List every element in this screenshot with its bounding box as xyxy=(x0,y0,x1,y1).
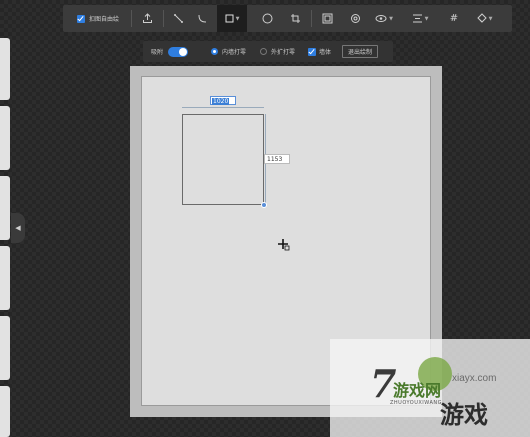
options-bar: 吸附 内墙打零 外扩打零 墙体 退出绘制 xyxy=(143,41,393,62)
left-panel xyxy=(0,38,11,437)
line-icon xyxy=(173,14,183,23)
watermark-site: xiayx.com xyxy=(452,373,497,384)
panel-card[interactable] xyxy=(0,246,10,310)
panel-card[interactable] xyxy=(0,38,10,100)
frame-tool-button[interactable] xyxy=(315,5,339,32)
watermark: 7 游戏网 xiayx.com ZHUOYOUXIWANG 游戏 xyxy=(330,339,530,437)
circle-tool-button[interactable] xyxy=(255,5,279,32)
radio-off-icon xyxy=(260,48,267,55)
eye-icon xyxy=(375,15,387,22)
height-input[interactable]: 1153 xyxy=(264,154,290,164)
inner-label: 内墙打零 xyxy=(222,49,247,56)
free-draw-label: 扣图自由绘 xyxy=(88,16,119,23)
crop-tool-button[interactable] xyxy=(283,5,307,32)
chevron-down-icon: ▼ xyxy=(424,15,429,22)
width-value: 1020 xyxy=(212,98,230,105)
width-dimension-line xyxy=(182,107,264,108)
upload-icon xyxy=(142,13,152,23)
exit-draw-button[interactable]: 退出绘制 xyxy=(342,41,379,62)
panel-card[interactable] xyxy=(0,106,10,170)
rectangle-tool-button[interactable]: ▼ xyxy=(217,5,247,32)
panel-card[interactable] xyxy=(0,386,10,437)
crosshair-cursor-icon xyxy=(278,239,290,251)
toggle-switch[interactable] xyxy=(168,46,189,57)
exit-draw-label: 退出绘制 xyxy=(342,45,379,58)
inner-radio[interactable]: 内墙打零 xyxy=(211,41,246,62)
snap-toggle[interactable]: 吸附 xyxy=(151,41,189,62)
grid-button[interactable]: # xyxy=(443,5,465,32)
panel-card[interactable] xyxy=(0,316,10,380)
panel-card[interactable] xyxy=(0,176,10,240)
top-toolbar: 扣图自由绘 ▼ ▼ ▼ # ▼ xyxy=(63,5,512,32)
fill-icon xyxy=(476,13,487,23)
wall-checkbox[interactable]: 墙体 xyxy=(308,41,331,62)
frame-icon xyxy=(322,13,332,24)
upload-button[interactable] xyxy=(135,5,159,32)
watermark-brand: 游戏网 xyxy=(393,381,442,400)
circle-icon xyxy=(262,13,272,24)
free-draw-checkbox[interactable]: 扣图自由绘 xyxy=(69,5,127,32)
mask-icon xyxy=(350,14,360,23)
outer-label: 外扩打零 xyxy=(271,49,296,56)
align-icon xyxy=(412,14,422,23)
checkbox-icon xyxy=(308,47,316,56)
outer-radio[interactable]: 外扩打零 xyxy=(260,41,295,62)
rectangle-icon xyxy=(225,14,234,23)
arc-icon xyxy=(198,14,206,23)
line-tool-button[interactable] xyxy=(167,5,189,32)
drawn-rectangle[interactable] xyxy=(182,114,264,205)
watermark-game: 游戏 xyxy=(440,401,488,429)
collapse-panel-button[interactable]: ◀ xyxy=(11,213,25,243)
watermark-pinyin: ZHUOYOUXIWANG xyxy=(390,400,442,406)
chevron-down-icon: ▼ xyxy=(389,15,393,22)
radio-on-icon xyxy=(211,48,218,55)
mask-tool-button[interactable] xyxy=(343,5,367,32)
snap-label: 吸附 xyxy=(151,49,164,56)
height-value: 1153 xyxy=(267,156,283,163)
crop-icon xyxy=(290,14,300,23)
grid-icon: # xyxy=(449,13,459,24)
visibility-button[interactable]: ▼ xyxy=(369,5,399,32)
width-input[interactable]: 1020 xyxy=(210,96,236,105)
wall-label: 墙体 xyxy=(319,49,332,56)
resize-handle[interactable] xyxy=(261,202,267,208)
fill-button[interactable]: ▼ xyxy=(469,5,499,32)
arc-tool-button[interactable] xyxy=(191,5,213,32)
chevron-down-icon: ▼ xyxy=(235,15,240,22)
align-button[interactable]: ▼ xyxy=(405,5,435,32)
chevron-down-icon: ▼ xyxy=(488,15,493,22)
checkbox-icon xyxy=(76,14,85,23)
